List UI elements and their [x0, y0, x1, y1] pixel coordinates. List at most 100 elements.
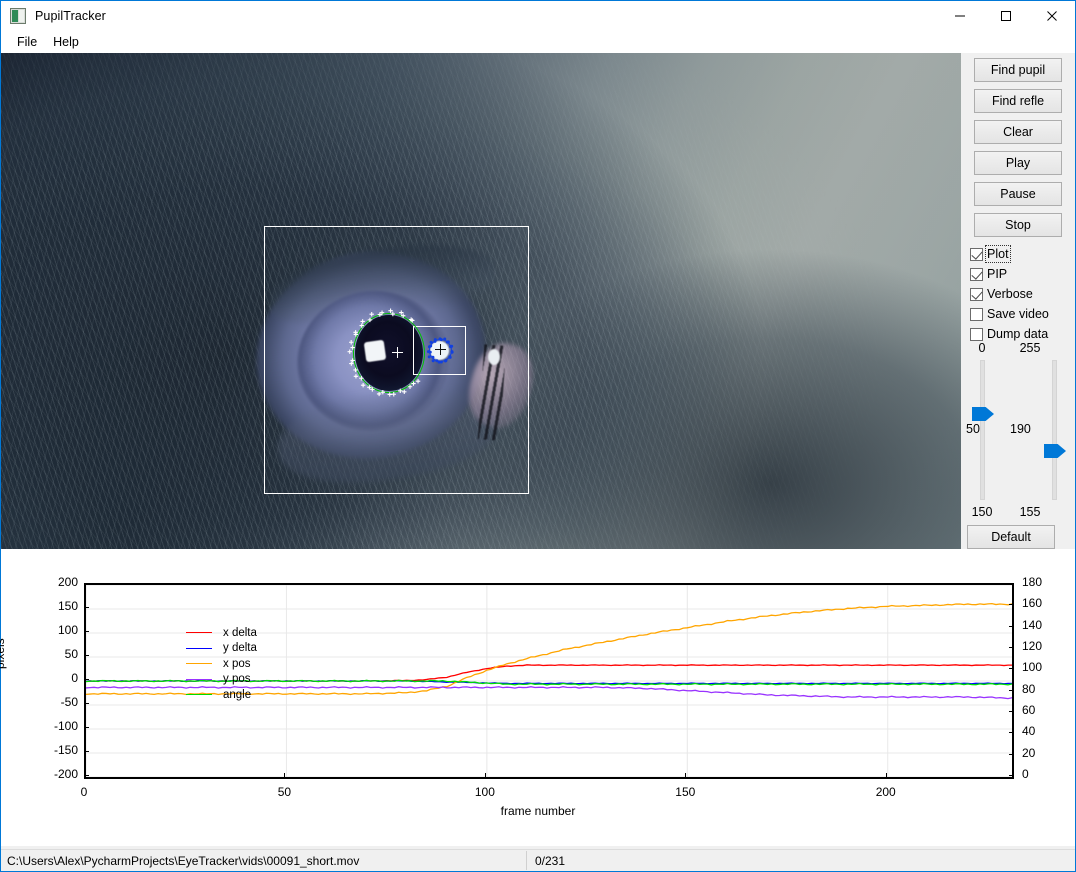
- y-axis-tick-label: 50: [64, 647, 78, 661]
- x-axis-tick-label: 0: [80, 785, 88, 799]
- reflection-slider-handle[interactable]: [1044, 444, 1066, 458]
- y-axis-tick-mark: [84, 727, 89, 728]
- checkbox-plot-box[interactable]: [970, 247, 983, 261]
- stop-button[interactable]: Stop: [974, 213, 1062, 237]
- y-axis-tick-label: -100: [53, 719, 78, 733]
- y2-axis-tick-label: 100: [1022, 660, 1043, 675]
- find-pupil-button[interactable]: Find pupil: [974, 58, 1062, 82]
- y2-axis-tick-mark: [1009, 711, 1014, 712]
- x-axis-tick-label: 200: [875, 785, 896, 799]
- pause-button[interactable]: Pause: [974, 182, 1062, 206]
- y2-axis-tick-label: 0: [1022, 767, 1029, 781]
- default-button[interactable]: Default: [967, 525, 1055, 549]
- y2-axis-tick-mark: [1009, 732, 1014, 734]
- x-axis-tick-mark: [685, 773, 687, 779]
- legend-entry: x delta: [186, 625, 306, 641]
- y-axis-label: pixels: [0, 638, 7, 669]
- plot-area: pixels x delta y delta x pos y pos angle…: [0, 549, 1075, 846]
- legend-entry: angle: [186, 687, 306, 703]
- checkbox-verbose-label: Verbose: [987, 287, 1033, 301]
- legend-swatch-y-pos: [186, 678, 212, 680]
- legend-label-x-delta: x delta: [223, 626, 257, 639]
- y2-axis-tick-label: 140: [1022, 617, 1043, 632]
- pupiltracker-window: PupilTracker File Help Find pupil Find r…: [0, 0, 1076, 872]
- y2-axis-tick-label: 20: [1022, 745, 1036, 760]
- x-axis-tick-mark: [484, 773, 486, 779]
- y2-axis-tick-mark: [1009, 583, 1014, 584]
- y2-axis-tick-label: 40: [1022, 724, 1036, 739]
- y2-axis-tick-mark: [1009, 604, 1014, 606]
- legend-entry: y delta: [186, 641, 306, 657]
- status-frame-counter: 0/231: [535, 853, 566, 868]
- app-icon: [10, 8, 26, 24]
- status-divider: [526, 851, 527, 870]
- play-button[interactable]: Play: [974, 151, 1062, 175]
- pupil-slider-value: 50: [966, 422, 980, 436]
- pupil-slider-handle[interactable]: [972, 407, 994, 421]
- checkbox-plot[interactable]: Plot: [970, 244, 1075, 264]
- threshold-sliders: 0 255 50 190 150 155: [961, 341, 1075, 531]
- pupil-slider-max-label: 0: [978, 341, 986, 355]
- reflection-slider-value: 190: [1010, 422, 1031, 436]
- legend-swatch-x-pos: [186, 663, 212, 665]
- plot-legend: x delta y delta x pos y pos angle: [186, 625, 306, 703]
- y-axis-tick-mark: [84, 703, 89, 704]
- checkbox-pip-box[interactable]: [970, 267, 983, 281]
- legend-label-y-delta: y delta: [223, 642, 257, 655]
- find-reflection-button[interactable]: Find refle: [974, 89, 1062, 113]
- y-axis-tick-mark: [84, 679, 89, 680]
- checkbox-save-video-label: Save video: [987, 307, 1049, 321]
- y-axis-tick-label: -200: [53, 767, 78, 781]
- y-axis-tick-label: 100: [57, 623, 78, 637]
- y-axis-tick-mark: [84, 583, 89, 584]
- y-axis-tick-label: 150: [57, 599, 78, 613]
- menu-item-file[interactable]: File: [9, 33, 45, 51]
- status-bar: C:\Users\Alex\PycharmProjects\EyeTracker…: [1, 849, 1075, 871]
- legend-label-x-pos: x pos: [223, 657, 251, 670]
- x-axis-tick-label: 50: [277, 785, 292, 799]
- window-buttons: [937, 1, 1075, 31]
- y2-axis-tick-mark: [1009, 753, 1014, 755]
- y2-axis-tick-label: 60: [1022, 703, 1036, 717]
- checkbox-dump-data-box[interactable]: [970, 327, 983, 341]
- reflection-center-crosshair: [435, 344, 446, 355]
- y2-axis-tick-mark: [1009, 625, 1014, 627]
- legend-label-angle: angle: [223, 688, 252, 701]
- pupil-ellipse-overlay: [353, 313, 425, 393]
- y-axis-tick-label: -50: [60, 695, 78, 709]
- checkbox-save-video-box[interactable]: [970, 307, 983, 321]
- x-axis-tick-mark: [885, 773, 887, 779]
- legend-swatch-x-delta: [186, 632, 212, 634]
- reflection-slider-track[interactable]: [1052, 360, 1057, 500]
- x-axis-tick-label: 150: [675, 785, 696, 799]
- y2-axis-tick-label: 180: [1022, 575, 1043, 589]
- minimize-icon[interactable]: [937, 1, 983, 31]
- checkbox-verbose[interactable]: Verbose: [970, 284, 1075, 304]
- y2-axis-tick-mark: [1009, 689, 1014, 691]
- y2-axis-tick-label: 80: [1022, 681, 1036, 696]
- clear-button[interactable]: Clear: [974, 120, 1062, 144]
- x-axis-tick-mark: [284, 773, 286, 779]
- checkbox-pip[interactable]: PIP: [970, 264, 1075, 284]
- plot-frame: x delta y delta x pos y pos angle: [84, 583, 1014, 779]
- y-axis-tick-mark: [84, 631, 89, 632]
- maximize-icon[interactable]: [983, 1, 1029, 31]
- y-axis-tick-mark: [84, 607, 89, 608]
- pupil-slider-track[interactable]: [980, 360, 985, 500]
- checkbox-verbose-box[interactable]: [970, 287, 983, 301]
- x-axis-tick-mark: [84, 773, 85, 779]
- checkbox-pip-label: PIP: [987, 267, 1008, 281]
- menu-bar: File Help: [1, 31, 1075, 53]
- video-display[interactable]: [1, 53, 961, 549]
- legend-entry: y pos: [186, 672, 306, 688]
- close-icon[interactable]: [1029, 1, 1075, 31]
- y2-axis-tick-mark: [1009, 647, 1014, 648]
- checkbox-save-video[interactable]: Save video: [970, 304, 1075, 324]
- reflection-slider-min-label: 155: [1019, 505, 1041, 519]
- y-axis-tick-label: -150: [53, 743, 78, 757]
- legend-swatch-y-delta: [186, 647, 212, 649]
- menu-item-help[interactable]: Help: [45, 33, 87, 51]
- checkbox-plot-label: Plot: [985, 245, 1011, 263]
- y-axis-tick-mark: [84, 751, 89, 752]
- x-axis-tick-label: 100: [474, 785, 495, 799]
